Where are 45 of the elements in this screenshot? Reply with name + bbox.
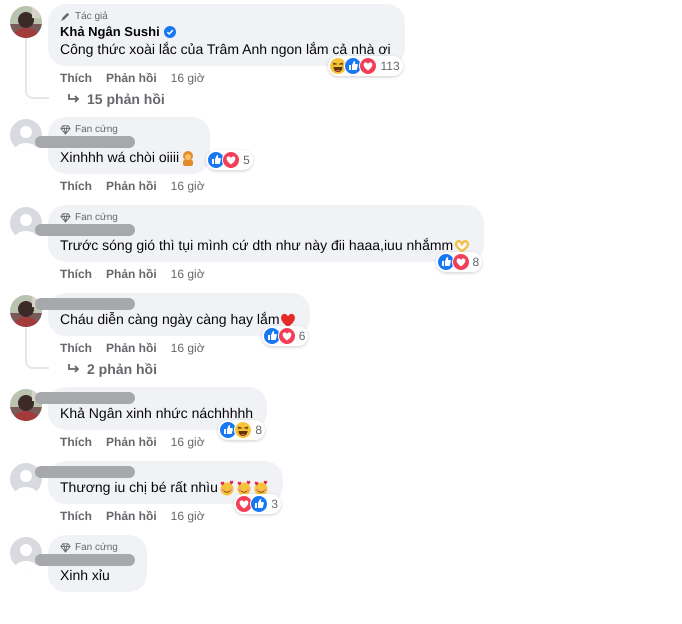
view-replies-link[interactable]: 2 phản hồi — [67, 361, 157, 377]
action-link[interactable]: Phản hồi — [106, 435, 157, 451]
badge-label: Fan cứng — [75, 124, 118, 134]
reaction-summary[interactable]: 3 — [234, 494, 281, 514]
timestamp[interactable]: 16 giờ — [170, 179, 205, 195]
comment-text: Thương iu chị bé rất nhìu — [60, 478, 218, 497]
timestamp[interactable]: 16 giờ — [170, 435, 205, 451]
action-link[interactable]: Thích — [60, 71, 92, 87]
reaction-summary[interactable]: 8 — [218, 420, 266, 440]
reaction-summary[interactable]: 113 — [328, 56, 403, 76]
reaction-count: 8 — [472, 255, 480, 269]
view-replies-link[interactable]: 15 phản hồi — [67, 91, 165, 107]
badge-label: Fan cứng — [75, 542, 118, 552]
comment-text: Khả Ngân xinh nhức náchhhhh — [60, 404, 254, 423]
comment-text: Trước sóng gió thì tụi mình cứ dth như này đii haaa,iuu nhắmm — [60, 236, 454, 255]
action-link[interactable]: Phản hồi — [106, 71, 157, 87]
action-link[interactable]: Thích — [60, 179, 92, 195]
timestamp[interactable]: 16 giờ — [170, 267, 205, 283]
action-link[interactable]: Phản hồi — [106, 179, 157, 195]
comment-text: Xinhhh wá chòi oiiii — [60, 148, 180, 167]
badge-label: Fan cứng — [75, 212, 118, 222]
action-link[interactable]: Phản hồi — [106, 267, 157, 283]
badge-label: Tác giả — [75, 10, 108, 22]
comment-text: Công thức xoài lắc của Trâm Anh ngon lắm cả nhà ơi — [60, 40, 391, 59]
reaction-count: 6 — [298, 329, 306, 343]
action-link[interactable]: Phản hồi — [106, 341, 157, 357]
reply-arrow-icon — [67, 93, 81, 105]
reaction-summary[interactable]: 5 — [206, 150, 253, 170]
comment-text: Xinh xỉu — [60, 566, 110, 585]
reaction-summary[interactable]: 6 — [262, 326, 308, 346]
comment-text: Cháu diễn càng ngày càng hay lắm — [60, 310, 280, 329]
reaction-count: 5 — [243, 153, 250, 167]
action-link[interactable]: Thích — [60, 435, 92, 451]
action-link[interactable]: Thích — [60, 341, 92, 357]
timestamp[interactable]: 16 giờ — [170, 71, 205, 87]
reaction-count: 3 — [271, 497, 278, 511]
timestamp[interactable]: 16 giờ — [170, 509, 205, 525]
action-link[interactable]: Thích — [60, 509, 92, 525]
action-link[interactable]: Phản hồi — [106, 509, 157, 525]
reply-arrow-icon — [67, 363, 81, 375]
author-name[interactable]: Khả Ngân Sushi — [60, 24, 160, 39]
timestamp[interactable]: 16 giờ — [170, 341, 205, 357]
reaction-count: 113 — [380, 59, 400, 73]
action-link[interactable]: Thích — [60, 267, 92, 283]
reaction-count: 8 — [255, 423, 262, 437]
